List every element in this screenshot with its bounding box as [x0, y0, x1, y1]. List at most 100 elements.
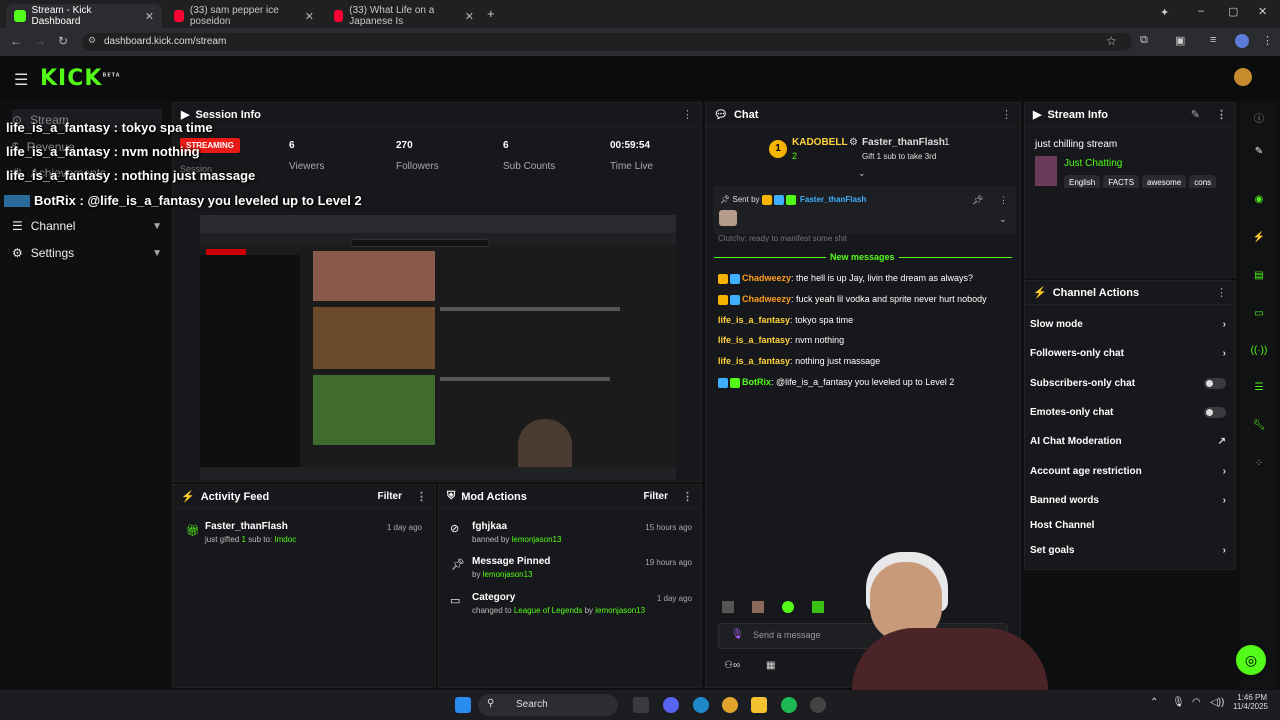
obs-icon[interactable]: [810, 697, 826, 713]
extensions-icon[interactable]: ⧉: [1140, 34, 1148, 47]
more-options-icon[interactable]: ⋮: [1216, 108, 1227, 121]
preview-yt-sidebar: [200, 255, 300, 475]
info-icon[interactable]: ⓘ: [1250, 110, 1268, 128]
host-channel-row[interactable]: Host Channel: [1030, 520, 1226, 531]
bookmark-star-icon[interactable]: ☆: [1106, 34, 1117, 48]
windows-start-icon[interactable]: [455, 697, 471, 713]
address-bar[interactable]: dashboard.kick.com/stream: [82, 33, 1132, 51]
tab-search-icon[interactable]: ▣: [1175, 34, 1185, 47]
menu-kebab-icon[interactable]: ⋮: [1262, 34, 1273, 47]
maximize-icon[interactable]: ▢: [1228, 5, 1238, 18]
taskbar-search[interactable]: Search: [478, 694, 618, 716]
apps-icon[interactable]: ⁘: [1250, 458, 1268, 476]
emotes-only-row[interactable]: Emotes-only chat: [1030, 407, 1226, 418]
wrench-icon[interactable]: 🔧︎: [1250, 420, 1268, 438]
more-options-icon[interactable]: ⋮: [416, 490, 427, 503]
hamburger-icon[interactable]: ☰: [14, 70, 28, 90]
support-chat-button[interactable]: ◎: [1236, 645, 1266, 675]
sparkle-icon[interactable]: ✦: [1160, 6, 1169, 19]
tag[interactable]: awesome: [1142, 175, 1187, 188]
discord-icon[interactable]: [663, 697, 679, 713]
more-options-icon[interactable]: ⋮: [1216, 286, 1227, 299]
clipboard-icon[interactable]: ▤: [1250, 270, 1268, 288]
more-options-icon[interactable]: ⋮: [1001, 108, 1012, 121]
banned-words-row[interactable]: Banned words ›: [1030, 495, 1226, 506]
edge-icon[interactable]: [693, 697, 709, 713]
user-avatar[interactable]: [1234, 68, 1252, 86]
list-icon[interactable]: ☰: [1250, 382, 1268, 400]
file-explorer-icon[interactable]: [751, 697, 767, 713]
followers-only-row[interactable]: Followers-only chat ›: [1030, 348, 1226, 359]
emote-icon[interactable]: [752, 601, 764, 613]
lightning-icon[interactable]: ⚡: [1250, 232, 1268, 250]
filter-button[interactable]: Filter: [378, 491, 402, 502]
mic-tray-icon[interactable]: 🎙︎: [1172, 697, 1185, 708]
tag[interactable]: cons: [1189, 175, 1217, 188]
more-options-icon[interactable]: ⋮: [682, 108, 693, 121]
steam-icon[interactable]: [633, 697, 649, 713]
tag[interactable]: FACTS: [1103, 175, 1140, 188]
pencil-icon[interactable]: ✎: [1250, 146, 1268, 164]
gift-prompt[interactable]: Gift 1 sub to take 3rd: [862, 152, 936, 161]
clock[interactable]: 1:46 PM 11/4/2025: [1233, 693, 1268, 711]
set-goals-row[interactable]: Set goals ›: [1030, 545, 1226, 556]
wifi-icon[interactable]: ◠: [1192, 697, 1201, 708]
preview-video-title: [440, 377, 610, 381]
kick-logo[interactable]: KICKBETA: [40, 66, 121, 91]
emote-icon[interactable]: [812, 601, 824, 613]
new-tab-icon[interactable]: +: [487, 6, 495, 21]
chat-message[interactable]: Chadweezy: fuck yeah lil vodka and sprit…: [718, 294, 987, 305]
chevron-down-icon[interactable]: ⌄: [999, 214, 1007, 225]
more-options-icon[interactable]: ⋮: [999, 195, 1008, 206]
sidebar-item-settings[interactable]: ⚙ Settings ▼: [12, 242, 162, 264]
edit-icon[interactable]: ✎: [1191, 108, 1200, 121]
stream-preview[interactable]: [200, 215, 676, 480]
back-icon[interactable]: ←: [10, 34, 22, 48]
chat-message[interactable]: life_is_a_fantasy: nothing just massage: [718, 356, 880, 366]
store-icon[interactable]: ▦: [766, 660, 775, 671]
subscribers-only-toggle[interactable]: [1204, 378, 1226, 389]
tab-youtube-2[interactable]: (33) What Life on a Japanese Is ✕: [326, 4, 482, 28]
emotes-only-toggle[interactable]: [1204, 407, 1226, 418]
subscribers-only-row[interactable]: Subscribers-only chat: [1030, 378, 1226, 389]
more-options-icon[interactable]: ⋮: [682, 490, 693, 503]
camera-icon[interactable]: ◉: [1250, 194, 1268, 212]
minimize-icon[interactable]: –: [1198, 5, 1204, 17]
chat-message[interactable]: BotRix: @life_is_a_fantasy you leveled u…: [718, 377, 954, 388]
forward-icon[interactable]: →: [34, 34, 46, 48]
chrome-icon[interactable]: [722, 697, 738, 713]
tray-chevron-icon[interactable]: ⌃: [1150, 697, 1158, 708]
broadcast-icon[interactable]: ((·)): [1250, 345, 1268, 363]
chat-message[interactable]: life_is_a_fantasy: tokyo spa time: [718, 315, 853, 325]
chat-message[interactable]: Chadweezy: the hell is up Jay, livin the…: [718, 273, 973, 284]
close-icon[interactable]: ✕: [145, 10, 154, 23]
microphone-icon[interactable]: 🎙︎: [731, 629, 744, 640]
spotify-icon[interactable]: [781, 697, 797, 713]
account-age-row[interactable]: Account age restriction ›: [1030, 466, 1226, 477]
collapse-icon[interactable]: ⌄: [858, 168, 866, 179]
volume-icon[interactable]: ◁)): [1210, 697, 1224, 708]
chat-bubble-icon[interactable]: ▭: [1250, 308, 1268, 326]
ai-moderation-row[interactable]: AI Chat Moderation ↗: [1030, 436, 1226, 447]
close-icon[interactable]: ✕: [465, 10, 474, 23]
tab-youtube-1[interactable]: (33) sam pepper ice poseidon ✕: [166, 4, 322, 28]
overlay-chat-line: life_is_a_fantasy : nothing just massage: [6, 168, 256, 183]
close-window-icon[interactable]: ✕: [1258, 5, 1267, 18]
site-info-icon[interactable]: ⚙: [88, 35, 96, 46]
profile-avatar[interactable]: [1235, 34, 1249, 48]
sidebar-item-channel[interactable]: ☰ Channel ▼: [12, 215, 162, 237]
reload-icon[interactable]: ↻: [58, 34, 68, 48]
tab-kick-dashboard[interactable]: Stream - Kick Dashboard ✕: [6, 4, 162, 28]
category-name[interactable]: Just Chatting: [1064, 158, 1122, 169]
users-icon[interactable]: ⚇∞: [724, 660, 740, 671]
chat-header: 💬︎ Chat ⋮: [706, 103, 1020, 127]
emote-icon[interactable]: [782, 601, 794, 613]
slow-mode-row[interactable]: Slow mode ›: [1030, 319, 1226, 330]
tag[interactable]: English: [1064, 175, 1101, 188]
emote-icon[interactable]: [722, 601, 734, 613]
pin-icon[interactable]: 📌︎: [972, 195, 983, 206]
close-icon[interactable]: ✕: [305, 10, 314, 23]
chat-message[interactable]: life_is_a_fantasy: nvm nothing: [718, 335, 844, 345]
media-icon[interactable]: ≡: [1210, 34, 1216, 46]
filter-button[interactable]: Filter: [644, 491, 668, 502]
